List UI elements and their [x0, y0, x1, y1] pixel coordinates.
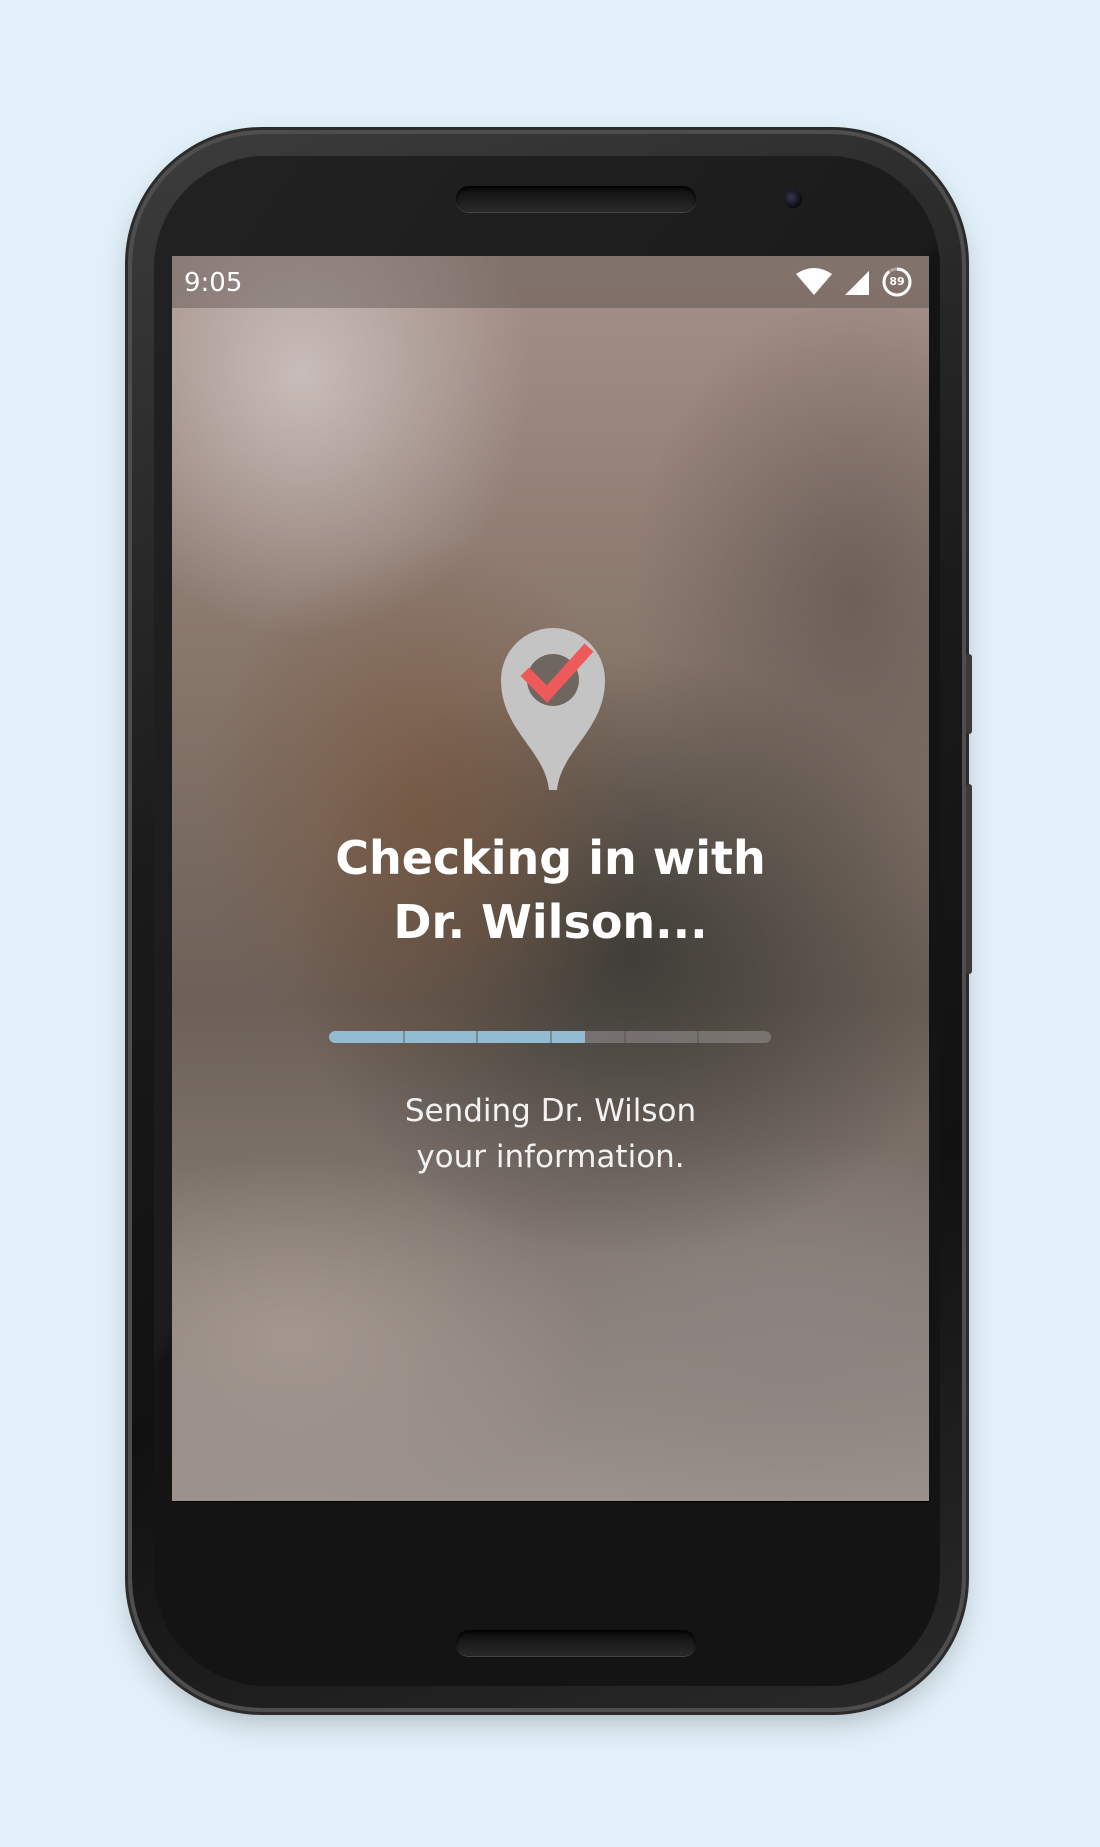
bottom-speaker [456, 1630, 696, 1656]
checkin-progress-bar [329, 1031, 771, 1043]
progress-step-divider [476, 1031, 479, 1043]
progress-step-divider [402, 1031, 405, 1043]
navigation-bar [172, 1501, 929, 1502]
progress-fill [329, 1031, 586, 1043]
checkin-subtitle-line1: Sending Dr. Wilson [404, 1093, 697, 1129]
status-icons: 89 [795, 266, 913, 298]
progress-step-divider [623, 1031, 626, 1043]
battery-level: 89 [889, 275, 905, 288]
cell-signal-icon [845, 271, 869, 295]
front-camera [784, 190, 802, 208]
status-bar: 9:05 89 [172, 256, 929, 308]
checkin-title-line2: Dr. Wilson... [393, 895, 708, 949]
volume-button [966, 784, 972, 974]
earpiece-speaker [456, 186, 696, 212]
wifi-icon [796, 268, 832, 295]
location-check-pin-icon [501, 628, 605, 790]
power-button [966, 654, 972, 734]
phone-screen: 9:05 89 Checking in with Dr. Wilson... S… [172, 256, 929, 1502]
checkin-title: Checking in with Dr. Wilson... [172, 826, 929, 954]
checkin-subtitle-line2: your information. [416, 1139, 685, 1175]
battery-icon: 89 [881, 266, 913, 298]
checkin-screen: 9:05 89 Checking in with Dr. Wilson... S… [172, 256, 929, 1501]
checkin-subtitle: Sending Dr. Wilson your information. [172, 1088, 929, 1180]
status-time: 9:05 [184, 268, 243, 298]
checkin-title-line1: Checking in with [335, 831, 766, 885]
progress-step-divider [697, 1031, 700, 1043]
progress-step-divider [550, 1031, 552, 1043]
